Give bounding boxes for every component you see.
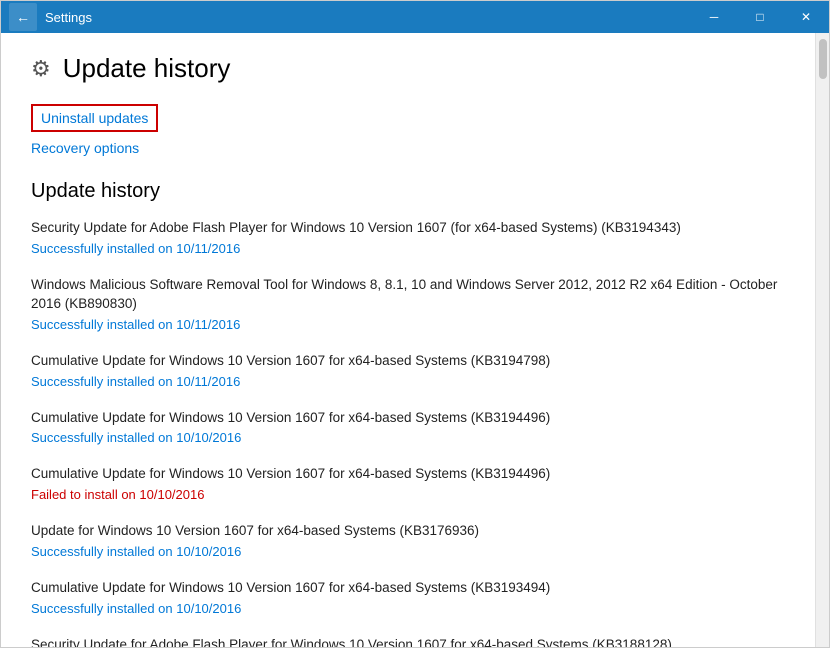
page-title: Update history bbox=[63, 53, 231, 84]
update-item: Cumulative Update for Windows 10 Version… bbox=[31, 352, 785, 391]
minimize-button[interactable]: ─ bbox=[691, 1, 737, 33]
update-status[interactable]: Successfully installed on 10/10/2016 bbox=[31, 544, 241, 559]
update-status[interactable]: Successfully installed on 10/10/2016 bbox=[31, 430, 241, 445]
update-list: Security Update for Adobe Flash Player f… bbox=[31, 219, 785, 647]
uninstall-updates-link[interactable]: Uninstall updates bbox=[31, 104, 158, 132]
update-status[interactable]: Successfully installed on 10/11/2016 bbox=[31, 374, 240, 389]
update-name: Update for Windows 10 Version 1607 for x… bbox=[31, 522, 785, 541]
scrollbar-thumb[interactable] bbox=[819, 39, 827, 79]
update-name: Cumulative Update for Windows 10 Version… bbox=[31, 465, 785, 484]
update-status[interactable]: Successfully installed on 10/11/2016 bbox=[31, 241, 240, 256]
titlebar: ← Settings ─ □ ✕ bbox=[1, 1, 829, 33]
scrollbar-track[interactable] bbox=[815, 33, 829, 647]
titlebar-left: ← Settings bbox=[9, 3, 92, 31]
titlebar-controls: ─ □ ✕ bbox=[691, 1, 829, 33]
update-status[interactable]: Successfully installed on 10/11/2016 bbox=[31, 317, 240, 332]
update-item: Windows Malicious Software Removal Tool … bbox=[31, 276, 785, 334]
content-area: ⚙ Update history Uninstall updates Recov… bbox=[1, 33, 829, 647]
update-item: Cumulative Update for Windows 10 Version… bbox=[31, 409, 785, 448]
update-name: Cumulative Update for Windows 10 Version… bbox=[31, 409, 785, 428]
update-item: Cumulative Update for Windows 10 Version… bbox=[31, 579, 785, 618]
maximize-button[interactable]: □ bbox=[737, 1, 783, 33]
titlebar-title: Settings bbox=[45, 10, 92, 25]
close-button[interactable]: ✕ bbox=[783, 1, 829, 33]
update-item: Security Update for Adobe Flash Player f… bbox=[31, 636, 785, 647]
update-item: Update for Windows 10 Version 1607 for x… bbox=[31, 522, 785, 561]
update-name: Cumulative Update for Windows 10 Version… bbox=[31, 579, 785, 598]
update-status[interactable]: Failed to install on 10/10/2016 bbox=[31, 487, 204, 502]
section-title: Update history bbox=[31, 180, 785, 203]
main-content: ⚙ Update history Uninstall updates Recov… bbox=[1, 33, 815, 647]
update-name: Windows Malicious Software Removal Tool … bbox=[31, 276, 785, 314]
recovery-options-link[interactable]: Recovery options bbox=[31, 140, 785, 156]
window: ← Settings ─ □ ✕ ⚙ Update history Uninst… bbox=[0, 0, 830, 648]
update-item: Security Update for Adobe Flash Player f… bbox=[31, 219, 785, 258]
page-header: ⚙ Update history bbox=[31, 53, 785, 84]
update-name: Security Update for Adobe Flash Player f… bbox=[31, 219, 785, 238]
update-status[interactable]: Successfully installed on 10/10/2016 bbox=[31, 601, 241, 616]
back-button[interactable]: ← bbox=[9, 3, 37, 31]
update-name: Security Update for Adobe Flash Player f… bbox=[31, 636, 785, 647]
update-name: Cumulative Update for Windows 10 Version… bbox=[31, 352, 785, 371]
update-item: Cumulative Update for Windows 10 Version… bbox=[31, 465, 785, 504]
gear-icon: ⚙ bbox=[31, 56, 51, 82]
